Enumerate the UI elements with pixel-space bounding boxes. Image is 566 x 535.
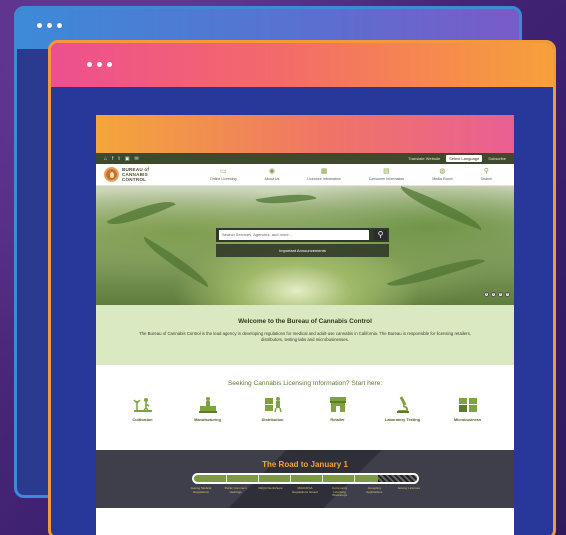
utility-bar: ⌂ f t ▣ ✉ Translate Website Select Langu… <box>96 153 514 164</box>
progress-tick <box>353 475 355 482</box>
road-progress-bar <box>191 473 419 484</box>
category-retailer[interactable]: Retailer <box>310 395 365 422</box>
nav-label: Online Licensing <box>209 177 237 181</box>
category-cultivation[interactable]: Cultivation <box>115 395 170 422</box>
nav-item-about-us[interactable]: ◉ About Us <box>265 168 280 181</box>
category-label: Manufacturing <box>194 417 221 422</box>
pager-dot[interactable]: 3 <box>498 292 503 297</box>
leaf-shape <box>396 186 486 230</box>
category-label: Microbusiness <box>453 417 482 422</box>
category-manufacturing[interactable]: Manufacturing <box>180 395 235 422</box>
category-label: Laboratory Testing <box>385 417 420 422</box>
seal-icon <box>104 167 119 182</box>
webpage: ⌂ f t ▣ ✉ Translate Website Select Langu… <box>96 115 514 535</box>
eye-icon: ◉ <box>268 168 275 175</box>
front-window-dots-icon <box>87 62 112 67</box>
category-label: Retailer <box>330 417 345 422</box>
leaf-shape <box>255 188 317 210</box>
page-top-strip <box>96 115 514 153</box>
milestone-label: MAUCRSA Regulations Issued <box>292 486 318 494</box>
front-window-titlebar <box>51 43 553 87</box>
back-window-dots-icon <box>37 23 62 28</box>
welcome-title: Welcome to the Bureau of Cannabis Contro… <box>238 318 372 325</box>
licensing-section: Seeking Cannabis Licensing Information? … <box>96 365 514 450</box>
search-input[interactable]: Search Services, Agencies, and more... <box>219 230 369 240</box>
leaf-shape <box>106 191 176 235</box>
nav-item-licensee-information[interactable]: ▦ Licensee Information <box>307 168 340 181</box>
twitter-icon[interactable]: t <box>118 156 119 162</box>
nav-item-search[interactable]: ⚲ Search <box>481 168 492 181</box>
front-browser-window: ⌂ f t ▣ ✉ Translate Website Select Langu… <box>48 40 556 535</box>
nav-label: About Us <box>264 177 280 181</box>
home-icon[interactable]: ⌂ <box>104 156 107 162</box>
milestone-label: Accepting Applications <box>366 486 383 494</box>
category-laboratory-testing[interactable]: Laboratory Testing <box>375 395 430 422</box>
milestone-label: Community Licensing Workshops <box>332 486 348 498</box>
carousel-pager: 1 2 3 4 <box>484 292 510 297</box>
nav-items: ▭ Online Licensing ◉ About Us ▦ Licensee In… <box>196 168 506 181</box>
leaf-shape <box>386 249 486 296</box>
welcome-body: The Bureau of Cannabis Control is the le… <box>139 331 471 342</box>
progress-tick <box>289 475 291 482</box>
utility-right: Translate Website Select Language Subscr… <box>408 155 506 162</box>
main-nav: BUREAU of CANNABIS CONTROL ▭ Online Licen… <box>96 164 514 186</box>
nav-label: Licensee Information <box>307 177 341 181</box>
category-distribution[interactable]: Distribution <box>245 395 300 422</box>
category-label: Distribution <box>261 417 284 422</box>
language-select[interactable]: Select Language <box>446 155 483 162</box>
manufacturing-icon <box>198 397 217 413</box>
translate-link[interactable]: Translate Website <box>408 156 440 161</box>
pager-dot[interactable]: 1 <box>484 292 489 297</box>
hero-banner: Search Services, Agencies, and more... ⚲… <box>96 186 514 305</box>
hero-search: Search Services, Agencies, and more... ⚲ <box>216 228 389 242</box>
announcements-button[interactable]: Important Announcements <box>216 244 389 257</box>
calendar-icon: ▦ <box>320 168 328 175</box>
site-logo[interactable]: BUREAU of CANNABIS CONTROL <box>104 167 196 182</box>
category-microbusiness[interactable]: Microbusiness <box>440 395 495 422</box>
facebook-icon[interactable]: f <box>112 156 113 162</box>
subscribe-link[interactable]: Subscribe <box>488 156 506 161</box>
monitor-icon: ▭ <box>219 168 227 175</box>
search-button[interactable]: ⚲ <box>374 230 387 240</box>
search-icon: ⚲ <box>483 168 489 175</box>
leaf-shape <box>138 236 214 288</box>
nav-item-consumer-information[interactable]: ▤ Consumer Information <box>369 168 405 181</box>
category-label: Cultivation <box>132 417 153 422</box>
progress-tick <box>225 475 227 482</box>
logo-line-3: CONTROL <box>122 177 147 182</box>
social-links: ⌂ f t ▣ ✉ <box>104 156 139 162</box>
nav-label: Media Room <box>432 177 453 181</box>
road-section: The Road to January 1 Issuing Medical Re… <box>96 450 514 508</box>
email-icon[interactable]: ✉ <box>135 156 139 162</box>
category-list: Cultivation Manufacturing Distribution R… <box>96 395 514 422</box>
nav-label: Search <box>480 177 492 181</box>
storefront-icon <box>329 397 346 412</box>
pager-dot[interactable]: 4 <box>505 292 510 297</box>
licensing-title: Seeking Cannabis Licensing Information? … <box>227 380 383 387</box>
road-title: The Road to January 1 <box>262 460 348 469</box>
milestone-label: CEQA Workshops <box>258 486 283 490</box>
globe-icon: ◍ <box>439 168 446 175</box>
microscope-icon <box>396 396 409 413</box>
progress-tick <box>321 475 323 482</box>
milestone-labels: Issuing Medical Regulations Public Comme… <box>187 486 423 498</box>
welcome-section: Welcome to the Bureau of Cannabis Contro… <box>96 305 514 365</box>
microbusiness-icon <box>458 398 477 412</box>
milestone-label: Issuing Medical Regulations <box>190 486 212 494</box>
progress-remaining <box>377 475 417 482</box>
nav-item-online-licensing[interactable]: ▭ Online Licensing <box>210 168 237 181</box>
document-icon: ▤ <box>383 168 390 175</box>
milestone-label: Public Comment Hearings <box>224 486 247 494</box>
nav-label: Consumer Information <box>368 177 405 181</box>
distribution-icon <box>264 397 282 413</box>
instagram-icon[interactable]: ▣ <box>125 156 130 162</box>
cultivation-icon <box>132 398 152 412</box>
pager-dot[interactable]: 2 <box>491 292 496 297</box>
milestone-label: Issuing Licenses <box>397 486 421 490</box>
progress-tick <box>257 475 259 482</box>
nav-item-media-room[interactable]: ◍ Media Room <box>432 168 452 181</box>
logo-text: BUREAU of CANNABIS CONTROL <box>122 167 149 182</box>
